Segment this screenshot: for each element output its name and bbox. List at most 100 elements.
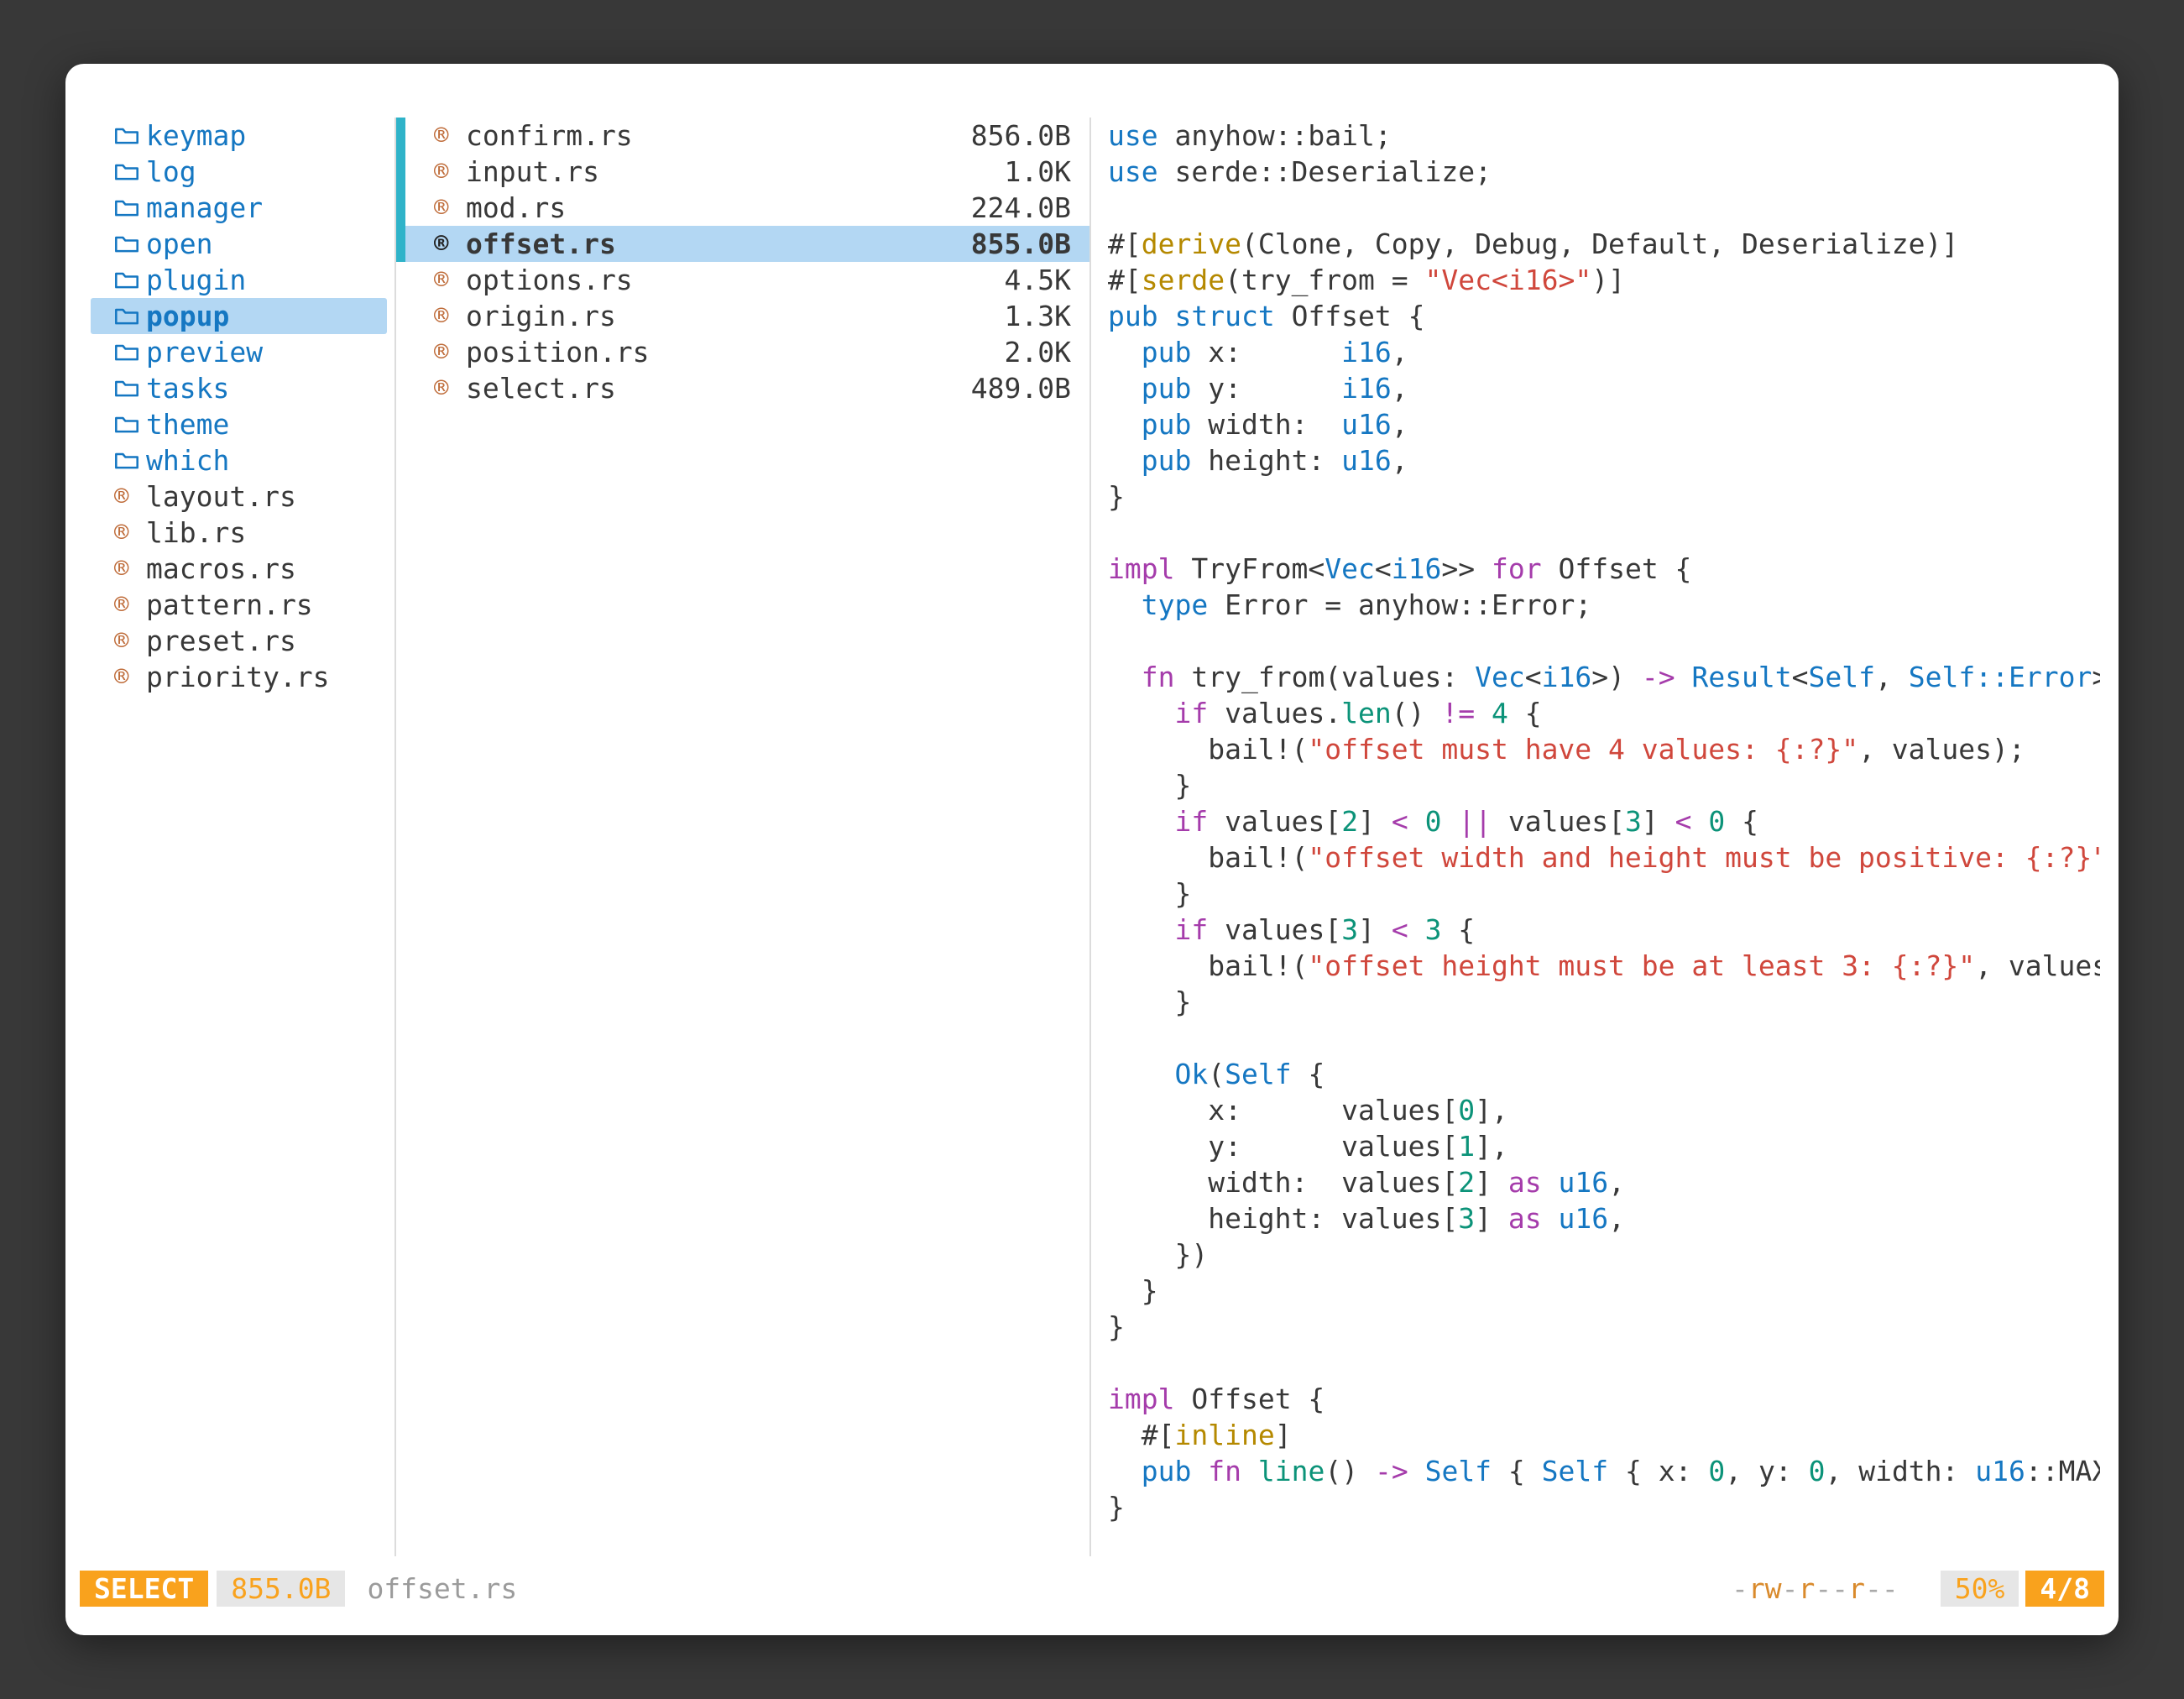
- file-row[interactable]: ®origin.rs1.3K: [396, 298, 1089, 334]
- file-name: priority.rs: [146, 659, 330, 695]
- file-row-body: ®offset.rs855.0B: [405, 226, 1089, 262]
- sidebar-item-which[interactable]: which: [91, 442, 387, 478]
- sidebar-item-plugin[interactable]: plugin: [91, 262, 387, 298]
- preview-pane: use anyhow::bail;use serde::Deserialize;…: [1091, 118, 2119, 1556]
- code-line: [1108, 1345, 2100, 1381]
- code-line: pub fn line() -> Self { Self { x: 0, y: …: [1108, 1453, 2100, 1489]
- sidebar-item-popup[interactable]: popup: [91, 298, 387, 334]
- code-line: Ok(Self {: [1108, 1056, 2100, 1092]
- rust-file-icon: ®: [114, 478, 146, 515]
- code-line: x: values[0],: [1108, 1092, 2100, 1128]
- marked-indicator: [396, 334, 405, 370]
- file-name: position.rs: [466, 334, 1005, 370]
- code-line: type Error = anyhow::Error;: [1108, 587, 2100, 623]
- file-row[interactable]: ®mod.rs224.0B: [396, 190, 1089, 226]
- folder-icon: [114, 378, 146, 399]
- sidebar-item-macros.rs[interactable]: ®macros.rs: [91, 551, 387, 587]
- file-row[interactable]: ®offset.rs855.0B: [396, 226, 1089, 262]
- file-size: 856.0B: [971, 118, 1071, 154]
- mode-badge: SELECT: [80, 1571, 208, 1607]
- file-row[interactable]: ®options.rs4.5K: [396, 262, 1089, 298]
- file-size: 1.3K: [1005, 298, 1071, 334]
- marked-indicator: [396, 370, 405, 406]
- scroll-percent-badge: 50%: [1941, 1571, 2019, 1607]
- folder-icon: [114, 342, 146, 363]
- rust-file-icon: ®: [434, 190, 466, 226]
- current-pane: ®confirm.rs856.0B®input.rs1.0K®mod.rs224…: [394, 118, 1091, 1556]
- sidebar-item-tasks[interactable]: tasks: [91, 370, 387, 406]
- file-row[interactable]: ®select.rs489.0B: [396, 370, 1089, 406]
- code-line: pub width: u16,: [1108, 406, 2100, 442]
- code-line: #[derive(Clone, Copy, Debug, Default, De…: [1108, 226, 2100, 262]
- marked-indicator: [396, 226, 405, 262]
- marked-indicator: [396, 190, 405, 226]
- rust-file-icon: ®: [434, 154, 466, 190]
- code-line: }: [1108, 1489, 2100, 1525]
- file-row[interactable]: ®input.rs1.0K: [396, 154, 1089, 190]
- sidebar-item-open[interactable]: open: [91, 226, 387, 262]
- marked-indicator: [396, 154, 405, 190]
- sidebar-item-pattern.rs[interactable]: ®pattern.rs: [91, 587, 387, 623]
- code-line: y: values[1],: [1108, 1128, 2100, 1164]
- file-name: layout.rs: [146, 478, 296, 515]
- sidebar-item-keymap[interactable]: keymap: [91, 118, 387, 154]
- code-line: [1108, 515, 2100, 551]
- status-right: -rw-r--r-- 50% 4/8: [1732, 1571, 2104, 1607]
- code-line: bail!("offset must have 4 values: {:?}",…: [1108, 731, 2100, 767]
- file-name: input.rs: [466, 154, 1005, 190]
- sidebar-item-preset.rs[interactable]: ®preset.rs: [91, 623, 387, 659]
- folder-name: tasks: [146, 370, 229, 406]
- status-filename: offset.rs: [367, 1571, 517, 1607]
- code-line: impl TryFrom<Vec<i16>> for Offset {: [1108, 551, 2100, 587]
- code-line: }: [1108, 478, 2100, 515]
- file-size: 489.0B: [971, 370, 1071, 406]
- file-row[interactable]: ®confirm.rs856.0B: [396, 118, 1089, 154]
- code-line: }: [1108, 767, 2100, 803]
- file-size: 2.0K: [1005, 334, 1071, 370]
- code-line: pub struct Offset {: [1108, 298, 2100, 334]
- folder-name: popup: [146, 298, 229, 334]
- code-line: if values[3] < 3 {: [1108, 912, 2100, 948]
- size-badge: 855.0B: [217, 1571, 345, 1607]
- code-line: if values[2] < 0 || values[3] < 0 {: [1108, 803, 2100, 839]
- file-row-body: ®confirm.rs856.0B: [405, 118, 1089, 154]
- rust-file-icon: ®: [434, 334, 466, 370]
- sidebar-item-log[interactable]: log: [91, 154, 387, 190]
- code-line: }): [1108, 1236, 2100, 1273]
- folder-name: preview: [146, 334, 263, 370]
- code-line: }: [1108, 984, 2100, 1020]
- file-name: macros.rs: [146, 551, 296, 587]
- marked-indicator: [396, 298, 405, 334]
- rust-file-icon: ®: [114, 659, 146, 695]
- rust-file-icon: ®: [114, 587, 146, 623]
- rust-file-icon: ®: [114, 515, 146, 551]
- file-name: preset.rs: [146, 623, 296, 659]
- file-size: 4.5K: [1005, 262, 1071, 298]
- code-line: height: values[3] as u16,: [1108, 1200, 2100, 1236]
- file-name: origin.rs: [466, 298, 1005, 334]
- sidebar-item-lib.rs[interactable]: ®lib.rs: [91, 515, 387, 551]
- file-size: 224.0B: [971, 190, 1071, 226]
- code-line: }: [1108, 876, 2100, 912]
- code-line: pub height: u16,: [1108, 442, 2100, 478]
- folder-name: theme: [146, 406, 229, 442]
- sidebar-item-layout.rs[interactable]: ®layout.rs: [91, 478, 387, 515]
- rust-file-icon: ®: [114, 623, 146, 659]
- code-line: #[inline]: [1108, 1417, 2100, 1453]
- rust-file-icon: ®: [434, 370, 466, 406]
- sidebar-item-priority.rs[interactable]: ®priority.rs: [91, 659, 387, 695]
- sidebar-item-theme[interactable]: theme: [91, 406, 387, 442]
- code-line: [1108, 1020, 2100, 1056]
- marked-indicator: [396, 118, 405, 154]
- rust-file-icon: ®: [434, 262, 466, 298]
- folder-name: manager: [146, 190, 263, 226]
- file-name: lib.rs: [146, 515, 246, 551]
- sidebar-item-manager[interactable]: manager: [91, 190, 387, 226]
- file-name: confirm.rs: [466, 118, 971, 154]
- file-row-body: ®select.rs489.0B: [405, 370, 1089, 406]
- code-line: fn try_from(values: Vec<i16>) -> Result<…: [1108, 659, 2100, 695]
- file-row[interactable]: ®position.rs2.0K: [396, 334, 1089, 370]
- folder-icon: [114, 450, 146, 471]
- folder-name: keymap: [146, 118, 246, 154]
- sidebar-item-preview[interactable]: preview: [91, 334, 387, 370]
